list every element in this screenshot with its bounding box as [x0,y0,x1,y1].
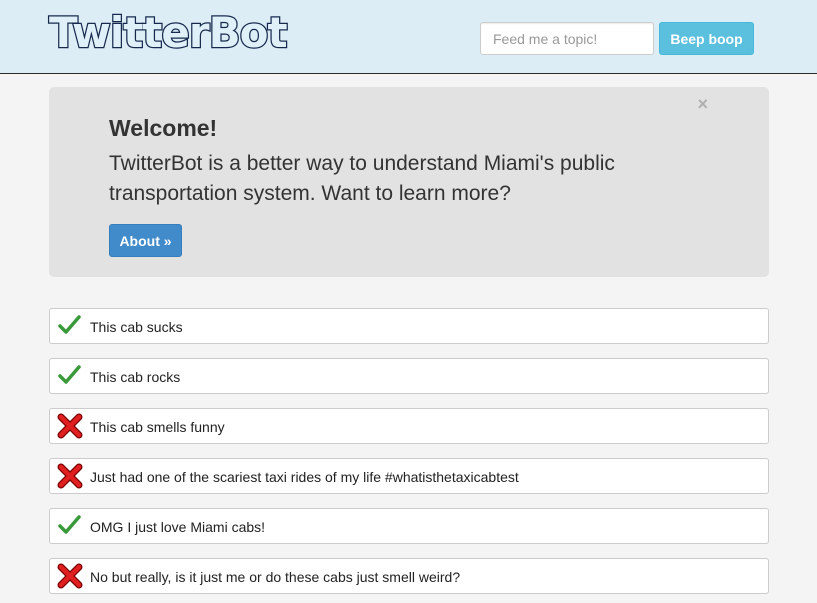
tweet-item: This cab smells funny [49,408,769,444]
check-icon [57,513,83,539]
navbar: TwitterBot Beep boop [0,0,817,74]
close-icon[interactable]: × [697,94,708,114]
tweet-text: This cab smells funny [90,419,225,435]
welcome-title: Welcome! [109,115,218,141]
beep-boop-button[interactable]: Beep boop [659,22,754,55]
tweet-item: No but really, is it just me or do these… [49,558,769,594]
tweet-item: This cab sucks [49,308,769,344]
tweet-text: This cab rocks [90,369,181,385]
check-icon [57,363,83,389]
tweet-text: No but really, is it just me or do these… [90,569,461,585]
brand-text: TwitterBot [48,7,289,59]
topic-search-input[interactable] [480,22,654,55]
tweet-text: Just had one of the scariest taxi rides … [90,469,519,485]
about-button[interactable]: About » [109,224,182,257]
brand-logo[interactable]: TwitterBot [48,7,289,59]
cross-icon [57,463,83,489]
check-icon [57,313,83,339]
tweet-text: This cab sucks [90,319,183,335]
cross-icon [57,563,83,589]
tweet-item: Just had one of the scariest taxi rides … [49,458,769,494]
tweet-item: This cab rocks [49,358,769,394]
tweet-item: OMG I just love Miami cabs! [49,508,769,544]
welcome-text: TwitterBot is a better way to understand… [109,152,615,205]
welcome-panel: × Welcome! TwitterBot is a better way to… [49,87,769,277]
tweet-text: OMG I just love Miami cabs! [90,519,266,535]
cross-icon [57,413,83,439]
